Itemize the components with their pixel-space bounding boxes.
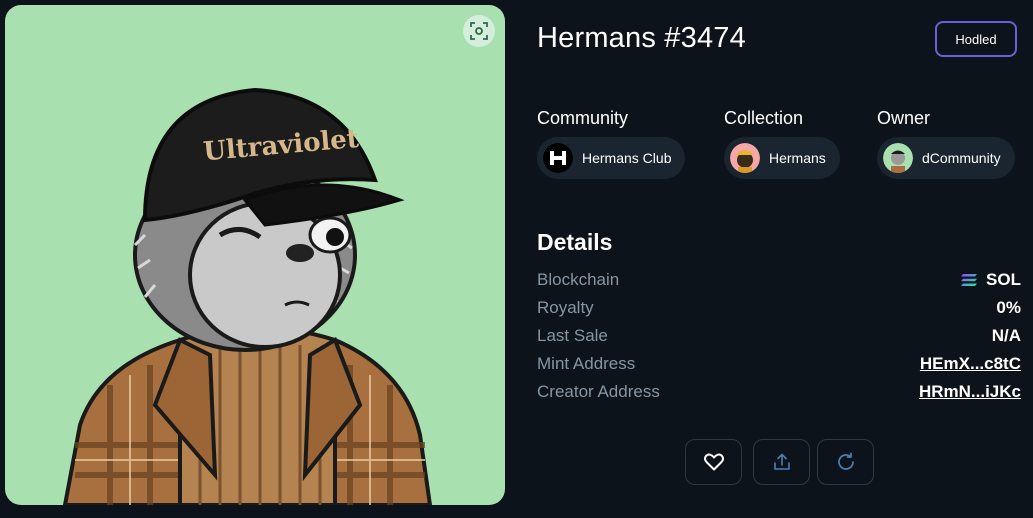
scan-icon bbox=[470, 22, 488, 40]
detail-key: Royalty bbox=[537, 298, 594, 317]
share-icon bbox=[773, 453, 790, 470]
owner-section: Owner dCommunity bbox=[877, 108, 1015, 179]
detail-row-royalty: Royalty 0% bbox=[537, 296, 1021, 320]
detail-key: Mint Address bbox=[537, 354, 636, 373]
blockchain-value: SOL bbox=[986, 270, 1021, 289]
detail-row-blockchain: Blockchain SOL bbox=[537, 268, 1021, 292]
community-label: Community bbox=[537, 108, 629, 128]
nft-title: Hermans #3474 bbox=[537, 22, 746, 54]
dcommunity-avatar-icon bbox=[883, 143, 913, 173]
nft-image: Ultraviolet bbox=[5, 5, 505, 505]
share-button[interactable] bbox=[753, 439, 810, 485]
hermans-club-logo-icon bbox=[543, 143, 573, 173]
detail-row-last-sale: Last Sale N/A bbox=[537, 324, 1021, 348]
collection-section: Collection Hermans bbox=[724, 108, 840, 179]
owner-chip[interactable]: dCommunity bbox=[877, 137, 1015, 179]
last-sale-value: N/A bbox=[991, 326, 1021, 345]
collection-chip[interactable]: Hermans bbox=[724, 137, 840, 179]
expand-image-button[interactable] bbox=[463, 15, 495, 47]
heart-icon bbox=[703, 453, 724, 471]
detail-key: Blockchain bbox=[537, 270, 620, 289]
hodled-button[interactable]: Hodled bbox=[935, 21, 1017, 57]
detail-row-mint-address: Mint Address HEmX...c8tC bbox=[537, 352, 1021, 376]
community-value: Hermans Club bbox=[582, 150, 672, 166]
detail-key: Last Sale bbox=[537, 326, 608, 345]
solana-icon bbox=[961, 274, 978, 286]
nft-artwork: Ultraviolet bbox=[62, 87, 433, 505]
owner-label: Owner bbox=[877, 108, 931, 128]
mint-address-link[interactable]: HEmX...c8tC bbox=[920, 354, 1021, 374]
detail-key: Creator Address bbox=[537, 382, 660, 401]
favorite-button[interactable] bbox=[685, 439, 742, 485]
royalty-value: 0% bbox=[996, 298, 1021, 317]
collection-label: Collection bbox=[724, 108, 804, 128]
refresh-button[interactable] bbox=[817, 439, 874, 485]
detail-value: SOL bbox=[960, 270, 1021, 290]
community-chip[interactable]: Hermans Club bbox=[537, 137, 686, 179]
detail-row-creator-address: Creator Address HRmN...iJKc bbox=[537, 380, 1021, 404]
refresh-icon bbox=[837, 452, 854, 470]
hermans-avatar-icon bbox=[730, 143, 760, 173]
collection-value: Hermans bbox=[769, 150, 826, 166]
owner-value: dCommunity bbox=[922, 150, 1001, 166]
creator-address-link[interactable]: HRmN...iJKc bbox=[919, 382, 1021, 402]
details-heading: Details bbox=[537, 229, 613, 255]
community-section: Community Hermans Club bbox=[537, 108, 686, 179]
